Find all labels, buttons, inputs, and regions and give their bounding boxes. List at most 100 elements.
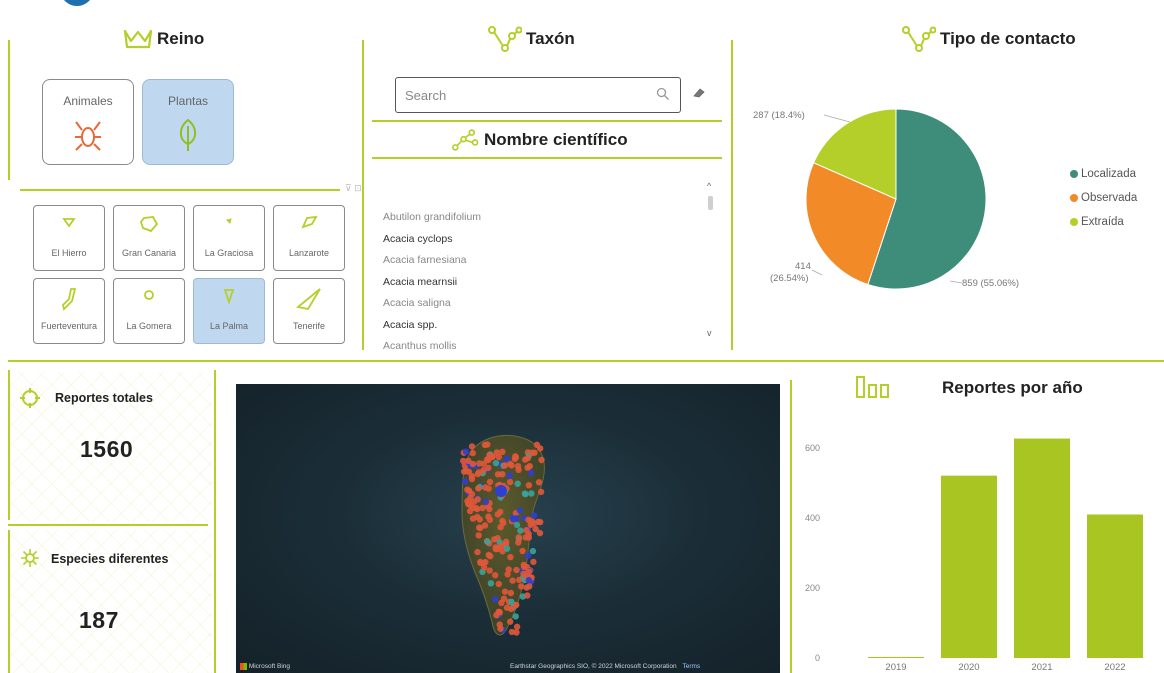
map-marker[interactable] — [469, 449, 476, 457]
map-marker[interactable] — [474, 548, 481, 556]
map-marker[interactable] — [485, 551, 492, 559]
map-marker[interactable] — [475, 532, 482, 539]
list-item[interactable]: Acacia mearnsii — [383, 272, 683, 294]
map-marker[interactable] — [463, 467, 470, 474]
map-marker[interactable] — [509, 577, 516, 584]
map-marker[interactable] — [516, 507, 523, 514]
map-marker[interactable] — [501, 588, 509, 595]
search-icon[interactable] — [656, 87, 670, 106]
map-marker[interactable] — [517, 527, 524, 534]
map-marker[interactable] — [474, 505, 481, 513]
map-marker[interactable] — [526, 463, 533, 470]
map-marker[interactable] — [513, 515, 520, 522]
list-item[interactable]: Acacia farnesiana — [383, 250, 683, 272]
map-marker[interactable] — [531, 520, 538, 527]
map-marker[interactable] — [538, 456, 545, 464]
map-marker[interactable] — [531, 512, 538, 519]
map-marker[interactable] — [515, 539, 522, 546]
map-marker[interactable] — [501, 462, 509, 469]
legend-item-observada[interactable]: Observada — [1070, 192, 1137, 204]
map-marker[interactable] — [537, 445, 544, 452]
map-marker[interactable] — [515, 466, 522, 473]
legend-item-localizada[interactable]: Localizada — [1070, 168, 1136, 180]
map-marker[interactable] — [486, 567, 493, 574]
map-marker[interactable] — [535, 479, 543, 486]
map-marker[interactable] — [486, 516, 494, 523]
map-marker[interactable] — [506, 472, 513, 479]
map-marker[interactable] — [492, 544, 499, 551]
map-marker[interactable] — [492, 596, 499, 603]
map-marker[interactable] — [518, 583, 525, 590]
map-marker[interactable] — [462, 478, 469, 485]
kingdom-button-plantas[interactable]: Plantas — [142, 79, 234, 165]
map-marker[interactable] — [527, 469, 535, 477]
island-button-el-hierro[interactable]: El Hierro — [33, 205, 105, 271]
map-marker[interactable] — [499, 517, 506, 525]
map-marker[interactable] — [525, 530, 532, 538]
map-marker[interactable] — [477, 559, 484, 567]
map-marker[interactable] — [491, 536, 498, 543]
bar-2021[interactable] — [1014, 438, 1070, 658]
map-marker[interactable] — [475, 485, 482, 492]
map-marker[interactable] — [495, 485, 507, 497]
map-marker[interactable] — [506, 478, 514, 486]
list-item[interactable]: Acacia cyclops — [383, 229, 683, 251]
map-marker[interactable] — [492, 572, 499, 579]
eraser-icon[interactable] — [692, 86, 706, 104]
map-marker[interactable] — [507, 618, 514, 625]
clear-selection-icon[interactable]: ⊽ ⊡ — [345, 183, 362, 194]
map-marker[interactable] — [525, 482, 533, 489]
map-marker[interactable] — [462, 448, 470, 455]
map-marker[interactable] — [513, 623, 521, 630]
map-marker[interactable] — [532, 525, 539, 533]
map-marker[interactable] — [482, 484, 489, 491]
map-marker[interactable] — [508, 605, 515, 613]
map-marker[interactable] — [519, 547, 526, 555]
map-marker[interactable] — [525, 568, 533, 575]
island-button-fuerteventura[interactable]: Fuerteventura — [33, 278, 105, 344]
scroll-down-icon[interactable]: v — [707, 328, 712, 338]
map-marker[interactable] — [524, 592, 531, 599]
map-marker[interactable] — [499, 448, 506, 455]
map-marker[interactable] — [523, 584, 530, 591]
map-marker[interactable] — [477, 524, 484, 532]
map-marker[interactable] — [484, 538, 491, 545]
map-marker[interactable] — [529, 547, 537, 555]
map-marker[interactable] — [513, 629, 520, 636]
map-marker[interactable] — [465, 457, 472, 464]
bar-2019[interactable] — [868, 656, 924, 658]
map-marker[interactable] — [513, 521, 521, 529]
map-marker[interactable] — [513, 566, 520, 574]
map-marker[interactable] — [495, 580, 502, 588]
island-button-lanzarote[interactable]: Lanzarote — [273, 205, 345, 271]
map-marker[interactable] — [497, 524, 504, 531]
list-item[interactable]: Acacia spp. — [383, 315, 683, 337]
map-marker[interactable] — [504, 571, 511, 578]
map-marker[interactable] — [470, 498, 478, 505]
map-marker[interactable] — [487, 580, 495, 587]
list-item[interactable]: Acacia saligna — [383, 293, 683, 315]
map-marker[interactable] — [521, 490, 529, 497]
search-input[interactable] — [396, 78, 636, 112]
map-marker[interactable] — [525, 576, 532, 584]
map-marker[interactable] — [502, 538, 510, 545]
map-marker[interactable] — [508, 598, 515, 605]
map-marker[interactable] — [466, 507, 474, 515]
island-button-gran-canaria[interactable]: Gran Canaria — [113, 205, 185, 271]
map-marker[interactable] — [498, 599, 505, 607]
map-marker[interactable] — [537, 488, 545, 496]
map-marker[interactable] — [497, 508, 504, 516]
search-field[interactable] — [395, 77, 681, 113]
map-view[interactable]: Microsoft Bing Earthstar Geographics SIO… — [236, 384, 780, 673]
map-marker[interactable] — [528, 490, 535, 497]
island-button-tenerife[interactable]: Tenerife — [273, 278, 345, 344]
map-marker[interactable] — [468, 443, 476, 450]
map-marker[interactable] — [503, 545, 511, 552]
map-marker[interactable] — [507, 589, 515, 597]
map-marker[interactable] — [485, 464, 492, 472]
map-marker[interactable] — [497, 625, 504, 632]
map-marker[interactable] — [465, 487, 473, 494]
island-button-la-gomera[interactable]: La Gomera — [113, 278, 185, 344]
map-marker[interactable] — [484, 441, 491, 448]
map-marker[interactable] — [503, 455, 511, 462]
